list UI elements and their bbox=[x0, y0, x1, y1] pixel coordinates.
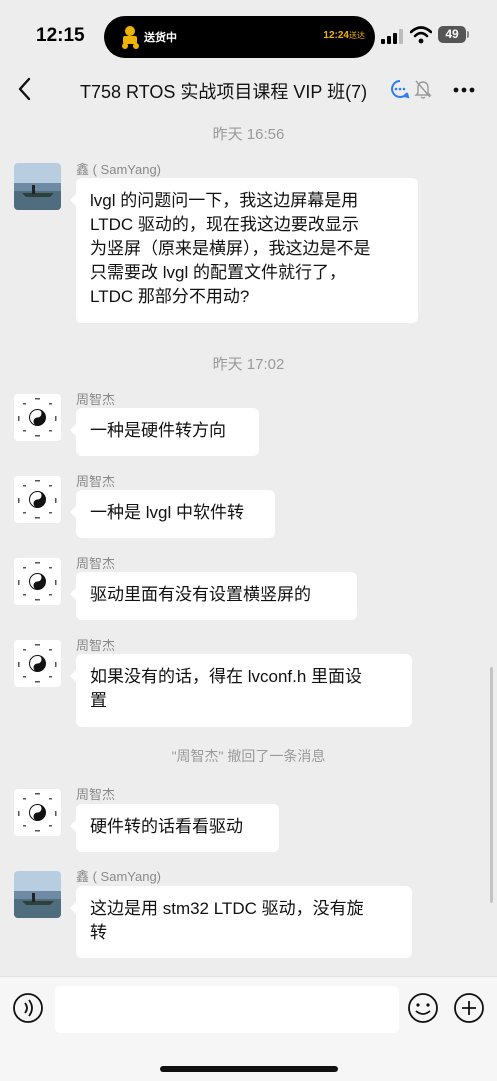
landscape-avatar-icon bbox=[14, 871, 61, 918]
home-indicator[interactable] bbox=[160, 1066, 338, 1072]
dynamic-island[interactable]: 送货中 12:24送达 bbox=[104, 16, 375, 58]
message-bubble[interactable]: lvgl 的问题问一下，我这边屏幕是用 LTDC 驱动的，现在我这边要改显示 为… bbox=[70, 178, 418, 323]
message-bubble[interactable]: 如果没有的话，得在 lvconf.h 里面设 置 bbox=[70, 654, 412, 727]
group-title: T758 RTOS 实战项目课程 VIP 班(7) bbox=[80, 82, 368, 102]
message-line: 置 bbox=[90, 691, 107, 710]
message-bubble[interactable]: 硬件转的话看看驱动 bbox=[70, 804, 279, 852]
message-line: 驱动里面有没有设置横竖屏的 bbox=[90, 585, 311, 604]
avatar-zhouzhijie[interactable] bbox=[14, 394, 61, 441]
message-line: LTDC 驱动的，现在我这边要改显示 bbox=[90, 215, 359, 234]
message-line: LTDC 那部分不用动? bbox=[90, 287, 250, 306]
sender-name: 周智杰 bbox=[76, 787, 116, 802]
sender-name: 周智杰 bbox=[76, 638, 116, 653]
yin-yang-avatar-icon bbox=[14, 394, 61, 441]
message-line: 硬件转的话看看驱动 bbox=[90, 817, 243, 836]
sender-name: 周智杰 bbox=[76, 556, 116, 571]
message-line: 只需要改 lvgl 的配置文件就行了， bbox=[90, 263, 346, 282]
message-line: 一种是 lvgl 中软件转 bbox=[90, 503, 244, 522]
message-bubble[interactable]: 驱动里面有没有设置横竖屏的 bbox=[70, 572, 357, 620]
avatar-zhouzhijie[interactable] bbox=[14, 789, 61, 836]
landscape-avatar-icon bbox=[14, 163, 61, 210]
scrollbar[interactable] bbox=[490, 667, 493, 903]
message-line: 为竖屏（原来是横屏），我这边是不是 bbox=[90, 239, 371, 258]
message-list[interactable]: 昨天 16:56 鑫 ( SamYang) lvgl 的问题问一下，我这边屏幕是… bbox=[0, 114, 497, 976]
island-eta: 12:24送达 bbox=[323, 30, 365, 41]
sender-name: 周智杰 bbox=[76, 474, 116, 489]
avatar-zhouzhijie[interactable] bbox=[14, 558, 61, 605]
mute-bell-icon bbox=[414, 80, 432, 99]
avatar-samyang[interactable] bbox=[14, 871, 61, 918]
timestamp: 昨天 17:02 bbox=[212, 356, 285, 373]
voice-icon[interactable] bbox=[12, 992, 44, 1024]
message-input[interactable] bbox=[55, 986, 399, 1033]
wifi-icon bbox=[410, 26, 432, 44]
avatar-samyang[interactable] bbox=[14, 163, 61, 210]
delivery-rider-icon bbox=[122, 26, 139, 49]
island-label: 送货中 bbox=[144, 32, 177, 44]
message-line: lvgl 的问题问一下，我这边屏幕是用 bbox=[90, 191, 359, 210]
message-line: 一种是硬件转方向 bbox=[90, 421, 226, 440]
back-arrow-icon[interactable] bbox=[14, 76, 36, 102]
recall-notice: "周智杰" 撤回了一条消息 bbox=[171, 748, 326, 764]
avatar-zhouzhijie[interactable] bbox=[14, 640, 61, 687]
status-time: 12:15 bbox=[36, 25, 85, 46]
battery-indicator: 49 bbox=[438, 26, 466, 43]
status-bar: 12:15 送货中 12:24送达 49 bbox=[0, 0, 497, 74]
message-bubble[interactable]: 一种是硬件转方向 bbox=[70, 408, 259, 456]
sender-name: 鑫 ( SamYang) bbox=[76, 869, 162, 884]
emoji-icon[interactable] bbox=[407, 992, 439, 1024]
chat-header: T758 RTOS 实战项目课程 VIP 班(7) bbox=[0, 66, 497, 114]
message-line: 如果没有的话，得在 lvconf.h 里面设 bbox=[90, 667, 363, 686]
yin-yang-avatar-icon bbox=[14, 476, 61, 523]
avatar-zhouzhijie[interactable] bbox=[14, 476, 61, 523]
input-bar bbox=[0, 976, 497, 1081]
sender-name: 鑫 ( SamYang) bbox=[76, 162, 162, 177]
plus-icon[interactable] bbox=[453, 992, 485, 1024]
yin-yang-avatar-icon bbox=[14, 558, 61, 605]
message-bubble[interactable]: 一种是 lvgl 中软件转 bbox=[70, 490, 275, 538]
message-bubble[interactable]: 这边是用 stm32 LTDC 驱动，没有旋 转 bbox=[70, 886, 412, 958]
battery-nub bbox=[467, 31, 469, 38]
group-chat-icon bbox=[391, 80, 410, 99]
message-line: 转 bbox=[90, 923, 107, 942]
timestamp: 昨天 16:56 bbox=[212, 126, 285, 143]
yin-yang-avatar-icon bbox=[14, 640, 61, 687]
sender-name: 周智杰 bbox=[76, 392, 116, 407]
message-line: 这边是用 stm32 LTDC 驱动，没有旋 bbox=[90, 899, 364, 918]
more-options-icon[interactable] bbox=[452, 86, 476, 94]
yin-yang-avatar-icon bbox=[14, 789, 61, 836]
cellular-signal-icon bbox=[381, 29, 403, 44]
